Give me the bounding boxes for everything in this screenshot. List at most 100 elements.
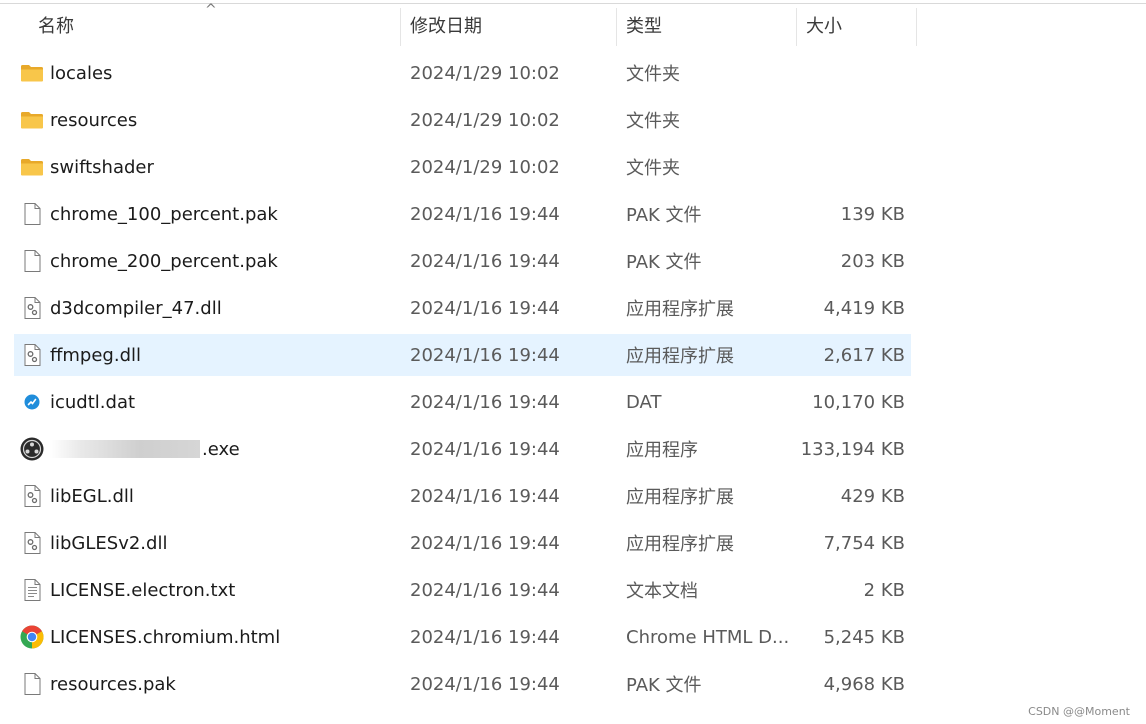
file-name-text: d3dcompiler_47.dll bbox=[50, 297, 222, 319]
file-name: libGLESv2.dll bbox=[50, 522, 167, 564]
file-name-text: LICENSE.electron.txt bbox=[50, 579, 236, 601]
app-icon bbox=[20, 437, 44, 461]
file-date: 2024/1/16 19:44 bbox=[410, 579, 560, 601]
column-header-size-label: 大小 bbox=[806, 16, 842, 37]
folder-icon bbox=[20, 61, 44, 85]
file-row[interactable]: libEGL.dll 2024/1/16 19:44 应用程序扩展 429 KB bbox=[14, 475, 911, 517]
file-size: 2 KB bbox=[863, 579, 905, 601]
file-row[interactable]: LICENSES.chromium.html 2024/1/16 19:44 Chr… bbox=[14, 616, 911, 658]
file-row[interactable]: resources.pak 2024/1/16 19:44 PAK 文件 4,968 … bbox=[14, 663, 911, 705]
file-size: 133,194 KB bbox=[800, 438, 905, 460]
folder-icon bbox=[20, 108, 44, 132]
column-divider[interactable] bbox=[916, 8, 917, 46]
file-size: 4,968 KB bbox=[823, 673, 905, 695]
column-divider[interactable] bbox=[400, 8, 401, 46]
column-header-date[interactable]: 修改日期 bbox=[410, 4, 482, 46]
column-header-name-label: 名称 bbox=[38, 16, 74, 37]
file-row[interactable]: d3dcompiler_47.dll 2024/1/16 19:44 应用程序扩展 4… bbox=[14, 287, 911, 329]
file-date: 2024/1/16 19:44 bbox=[410, 673, 560, 695]
file-name: swiftshader bbox=[50, 146, 154, 188]
file-type: 应用程序扩展 bbox=[626, 534, 734, 555]
file-name: chrome_100_percent.pak bbox=[50, 193, 278, 235]
file-name: resources bbox=[50, 99, 137, 141]
file-name: libEGL.dll bbox=[50, 475, 134, 517]
column-header-size[interactable]: 大小 bbox=[806, 4, 842, 46]
file-date: 2024/1/16 19:44 bbox=[410, 250, 560, 272]
file-row[interactable]: chrome_100_percent.pak 2024/1/16 19:44 PAK… bbox=[14, 193, 911, 235]
file-type: DAT bbox=[626, 391, 662, 413]
file-size: 429 KB bbox=[840, 485, 905, 507]
text-file-icon bbox=[20, 578, 44, 602]
file-name-text: LICENSES.chromium.html bbox=[50, 626, 281, 648]
file-name-text: locales bbox=[50, 62, 113, 84]
file-name: .exe bbox=[50, 428, 240, 470]
column-divider[interactable] bbox=[616, 8, 617, 46]
column-header: 名称 ^ 修改日期 类型 大小 bbox=[0, 2, 1146, 46]
file-name-text: resources bbox=[50, 109, 138, 131]
dll-icon bbox=[20, 484, 44, 508]
file-date: 2024/1/16 19:44 bbox=[410, 438, 560, 460]
file-type: PAK 文件 bbox=[626, 252, 702, 273]
file-type: 文本文档 bbox=[626, 581, 698, 602]
file-name-text: ffmpeg.dll bbox=[50, 344, 142, 366]
file-type: PAK 文件 bbox=[626, 675, 702, 696]
file-name: LICENSES.chromium.html bbox=[50, 616, 280, 658]
file-date: 2024/1/16 19:44 bbox=[410, 391, 560, 413]
file-row[interactable]: chrome_200_percent.pak 2024/1/16 19:44 PAK… bbox=[14, 240, 911, 282]
file-date: 2024/1/16 19:44 bbox=[410, 203, 560, 225]
column-header-date-label: 修改日期 bbox=[410, 16, 482, 37]
file-size: 5,245 KB bbox=[823, 626, 905, 648]
redacted-text bbox=[50, 440, 200, 458]
file-name: ffmpeg.dll bbox=[50, 334, 141, 376]
file-date: 2024/1/16 19:44 bbox=[410, 297, 560, 319]
file-date: 2024/1/29 10:02 bbox=[410, 109, 560, 131]
file-name: icudtl.dat bbox=[50, 381, 135, 423]
column-header-type[interactable]: 类型 bbox=[626, 4, 662, 46]
column-divider[interactable] bbox=[796, 8, 797, 46]
file-type: 应用程序扩展 bbox=[626, 487, 734, 508]
file-size: 4,419 KB bbox=[823, 297, 905, 319]
file-row[interactable]: locales 2024/1/29 10:02 文件夹 bbox=[14, 52, 911, 94]
file-type: PAK 文件 bbox=[626, 205, 702, 226]
file-name: resources.pak bbox=[50, 663, 176, 705]
file-row[interactable]: resources 2024/1/29 10:02 文件夹 bbox=[14, 99, 911, 141]
file-date: 2024/1/16 19:44 bbox=[410, 626, 560, 648]
file-size: 2,617 KB bbox=[823, 344, 905, 366]
dll-icon bbox=[20, 531, 44, 555]
file-size: 10,170 KB bbox=[812, 391, 905, 413]
file-date: 2024/1/16 19:44 bbox=[410, 485, 560, 507]
file-row[interactable]: LICENSE.electron.txt 2024/1/16 19:44 文本文档 2… bbox=[14, 569, 911, 611]
file-row[interactable]: libGLESv2.dll 2024/1/16 19:44 应用程序扩展 7,754 … bbox=[14, 522, 911, 564]
watermark: CSDN @@Moment bbox=[1028, 705, 1130, 718]
file-row[interactable]: icudtl.dat 2024/1/16 19:44 DAT 10,170 KB bbox=[14, 381, 911, 423]
file-type: 应用程序扩展 bbox=[626, 346, 734, 367]
file-type: 文件夹 bbox=[626, 111, 680, 132]
dll-icon bbox=[20, 343, 44, 367]
file-date: 2024/1/16 19:44 bbox=[410, 344, 560, 366]
column-header-name[interactable]: 名称 bbox=[38, 4, 74, 46]
file-row[interactable]: swiftshader 2024/1/29 10:02 文件夹 bbox=[14, 146, 911, 188]
file-icon bbox=[20, 202, 44, 226]
chrome-icon bbox=[20, 625, 44, 649]
folder-icon bbox=[20, 155, 44, 179]
file-type: 应用程序扩展 bbox=[626, 299, 734, 320]
dll-icon bbox=[20, 296, 44, 320]
file-type: Chrome HTML D... bbox=[626, 626, 790, 648]
file-type: 应用程序 bbox=[626, 440, 698, 461]
file-row[interactable]: .exe 2024/1/16 19:44 应用程序 133,194 KB bbox=[14, 428, 911, 470]
file-icon bbox=[20, 249, 44, 273]
file-name: locales bbox=[50, 52, 112, 94]
file-name-text: chrome_100_percent.pak bbox=[50, 203, 278, 225]
file-size: 139 KB bbox=[840, 203, 905, 225]
file-name: LICENSE.electron.txt bbox=[50, 569, 235, 611]
file-name-text: resources.pak bbox=[50, 673, 176, 695]
file-icon bbox=[20, 672, 44, 696]
file-name-text: libEGL.dll bbox=[50, 485, 134, 507]
column-header-type-label: 类型 bbox=[626, 16, 662, 37]
file-name-text: libGLESv2.dll bbox=[50, 532, 168, 554]
file-name-text: chrome_200_percent.pak bbox=[50, 250, 278, 272]
file-type: 文件夹 bbox=[626, 158, 680, 179]
file-type: 文件夹 bbox=[626, 64, 680, 85]
file-date: 2024/1/16 19:44 bbox=[410, 532, 560, 554]
file-row[interactable]: ffmpeg.dll 2024/1/16 19:44 应用程序扩展 2,617 KB bbox=[14, 334, 911, 376]
